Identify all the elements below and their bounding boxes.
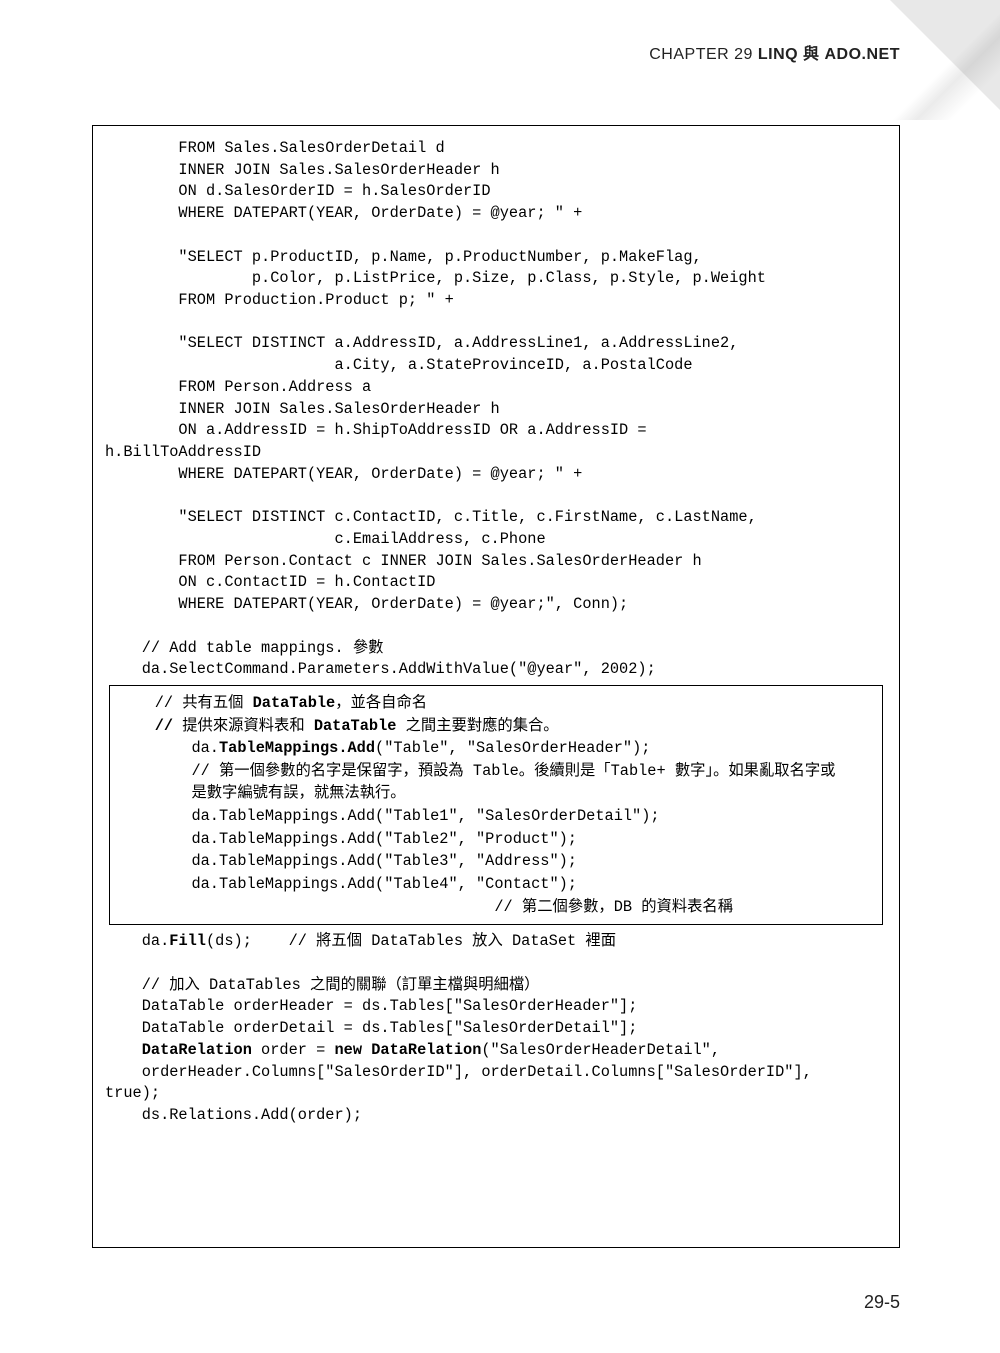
page-header: CHAPTER 29 LINQ 與 ADO.NET [649, 40, 900, 64]
inner-mapping-4: da.TableMappings.Add("Table3", "Address"… [118, 850, 874, 873]
code-rel-2: DataTable orderDetail = ds.Tables["Sales… [105, 1018, 887, 1040]
code-rel-5: ds.Relations.Add(order); [105, 1105, 887, 1127]
inner-comment-2: // 提供來源資料表和 DataTable 之間主要對應的集合。 [118, 715, 874, 738]
inner-mapping-1: da.TableMappings.Add("Table", "SalesOrde… [118, 737, 874, 760]
chapter-label: CHAPTER 29 [649, 46, 758, 63]
page-corner-fold [890, 0, 1000, 110]
code-rel-4: orderHeader.Columns["SalesOrderID"], ord… [105, 1062, 887, 1105]
code-blank [105, 953, 887, 975]
code-frame: FROM Sales.SalesOrderDetail d INNER JOIN… [92, 125, 900, 1248]
code-fill-line: da.Fill(ds); // 將五個 DataTables 放入 DataSe… [105, 931, 887, 953]
page-number: 29-5 [864, 1292, 900, 1313]
inner-mapping-2: da.TableMappings.Add("Table1", "SalesOrd… [118, 805, 874, 828]
code-rel-comment: // 加入 DataTables 之間的關聯（訂單主檔與明細檔） [105, 975, 887, 997]
inner-mapping-5-comment: // 第二個參數，DB 的資料表名稱 [118, 896, 874, 919]
inner-mapping-1-comment: // 第一個參數的名字是保留字，預設為 Table。後續則是「Table+ 數字… [118, 760, 874, 805]
chapter-title: LINQ 與 ADO.NET [758, 46, 900, 63]
code-rel-1: DataTable orderHeader = ds.Tables["Sales… [105, 996, 887, 1018]
code-sql-block: FROM Sales.SalesOrderDetail d INNER JOIN… [105, 138, 887, 681]
inner-mapping-3: da.TableMappings.Add("Table2", "Product"… [118, 828, 874, 851]
inner-comment-1: // 共有五個 DataTable，並各自命名 [118, 692, 874, 715]
code-inner-box: // 共有五個 DataTable，並各自命名 // 提供來源資料表和 Data… [109, 685, 883, 925]
code-rel-3: DataRelation order = new DataRelation("S… [105, 1040, 887, 1062]
inner-mapping-5: da.TableMappings.Add("Table4", "Contact"… [118, 873, 874, 896]
